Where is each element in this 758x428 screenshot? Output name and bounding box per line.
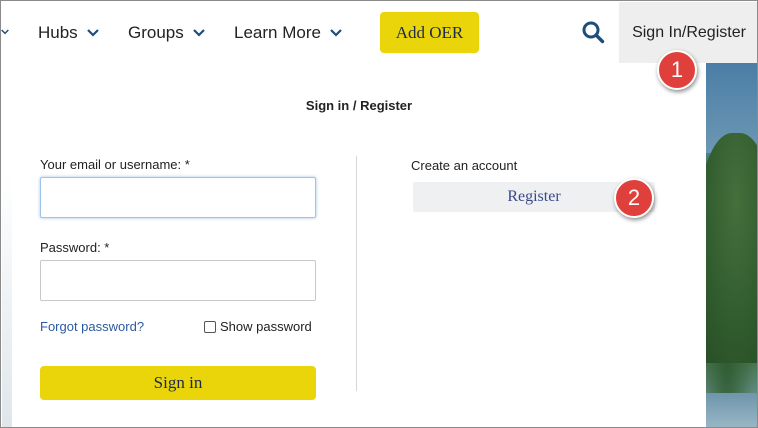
- callout-marker-2: 2: [614, 178, 654, 218]
- forgot-password-link[interactable]: Forgot password?: [40, 319, 144, 334]
- password-label: Password: *: [40, 240, 110, 255]
- background-water: [706, 393, 757, 427]
- background-page-left: [2, 63, 12, 427]
- create-account-label: Create an account: [411, 158, 518, 173]
- panel-title: Sign in / Register: [305, 98, 413, 113]
- browser-frame: Hubs Groups Learn More Add OER Sign In/R…: [0, 0, 758, 428]
- search-icon: [581, 20, 605, 49]
- nav-item-learn-more[interactable]: Learn More: [234, 21, 343, 45]
- add-oer-button[interactable]: Add OER: [380, 12, 479, 53]
- show-password-label: Show password: [220, 319, 312, 334]
- chevron-down-icon: [1, 23, 9, 41]
- chevron-down-icon: [329, 26, 343, 40]
- nav-item-hubs[interactable]: Hubs: [38, 21, 100, 45]
- show-password-checkbox[interactable]: [204, 320, 216, 333]
- email-label: Your email or username: *: [40, 157, 190, 172]
- nav-item-label: Groups: [128, 23, 184, 42]
- nav-item-label: Hubs: [38, 23, 78, 42]
- callout-marker-1: 1: [657, 50, 697, 90]
- search-button[interactable]: [579, 20, 607, 48]
- sign-in-dropdown: Sign in / Register Your email or usernam…: [12, 63, 706, 427]
- chevron-down-icon: [192, 26, 206, 40]
- panel-divider: [356, 156, 357, 391]
- chevron-down-icon: [86, 26, 100, 40]
- background-hill: [706, 133, 757, 363]
- background-photo: [706, 63, 757, 427]
- show-password-toggle: Show password: [204, 319, 312, 334]
- nav-item-label: Learn More: [234, 23, 321, 42]
- password-field[interactable]: [40, 260, 316, 301]
- sign-in-button[interactable]: Sign in: [40, 366, 316, 400]
- nav-item-groups[interactable]: Groups: [128, 21, 206, 45]
- sign-in-register-label: Sign In/Register: [632, 23, 746, 41]
- email-field[interactable]: [40, 177, 316, 218]
- top-nav: Hubs Groups Learn More Add OER Sign In/R…: [1, 1, 757, 63]
